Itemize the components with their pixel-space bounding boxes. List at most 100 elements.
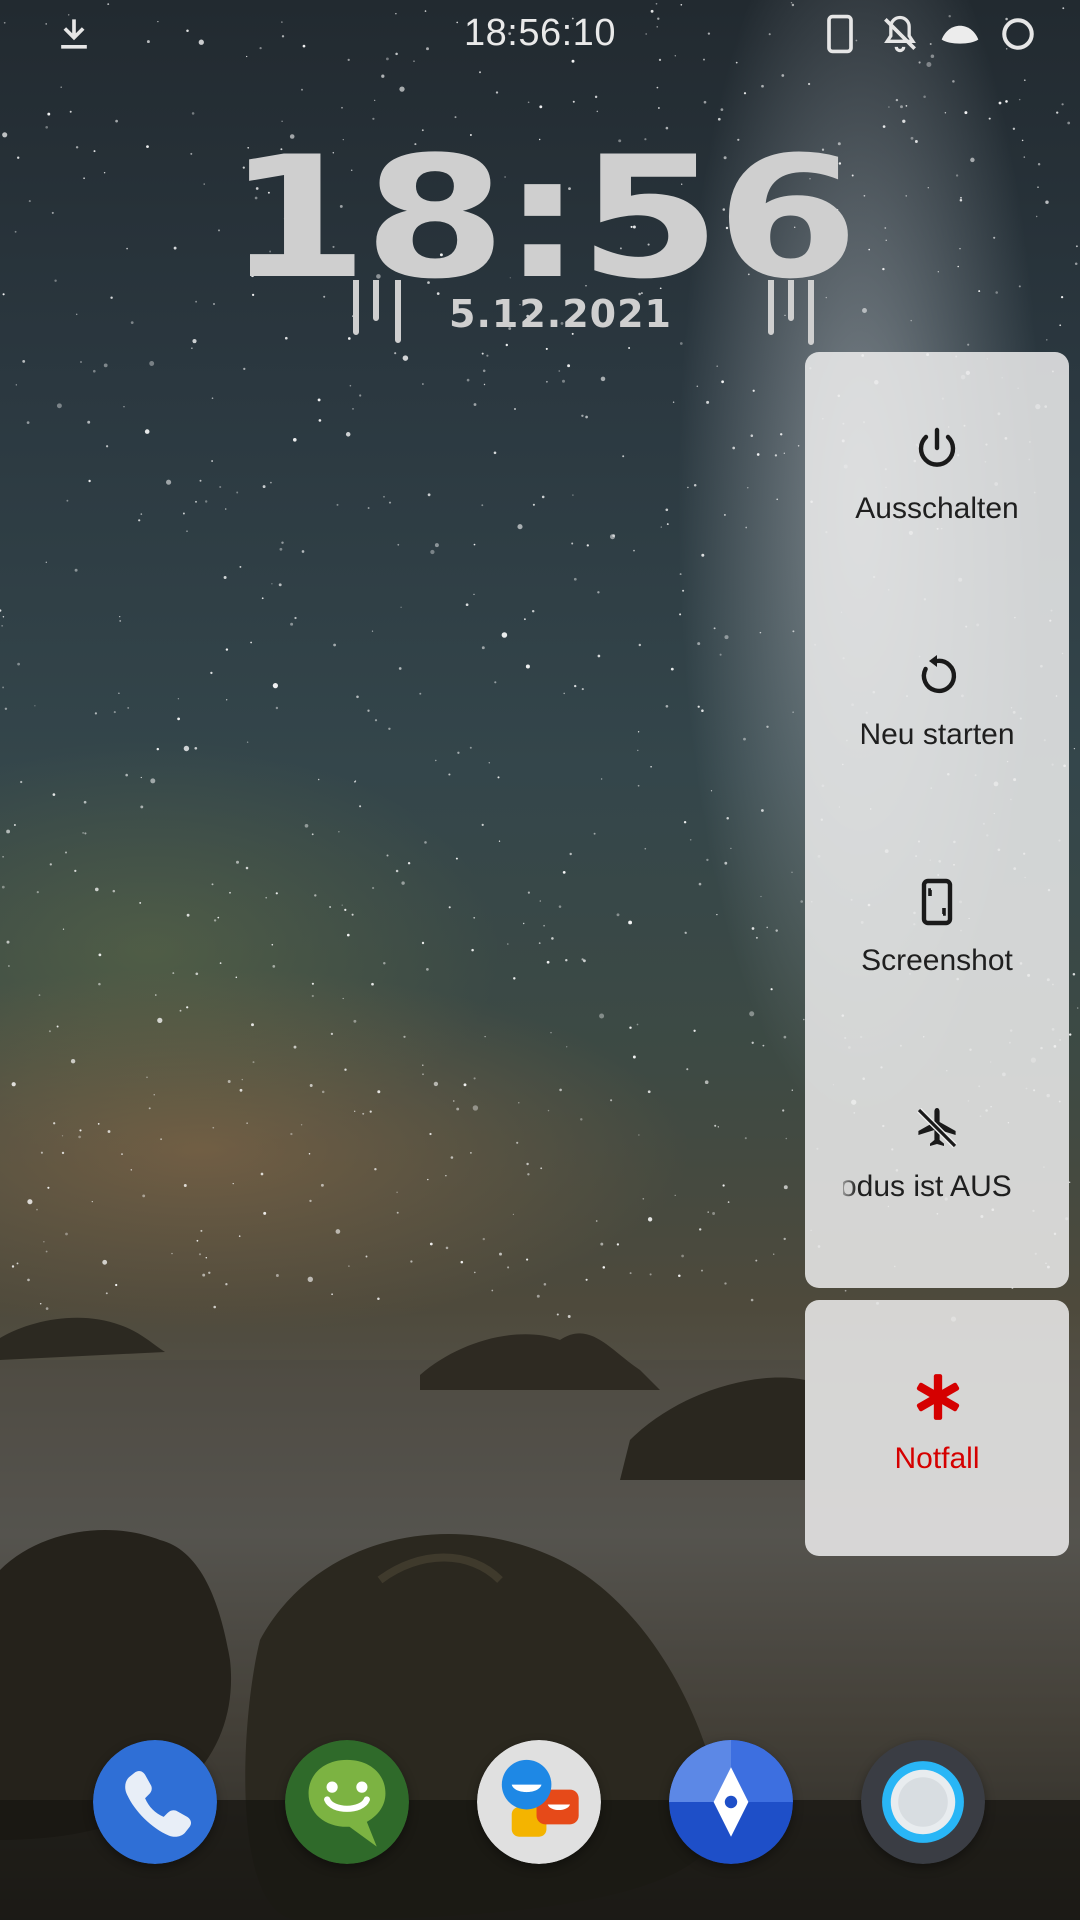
star [1061,103,1064,106]
star [463,1083,467,1087]
star [198,1253,202,1256]
star [407,862,411,865]
star [727,1201,730,1203]
star [195,300,197,303]
star [381,74,385,78]
star [225,648,229,651]
star [223,576,227,579]
star [723,513,726,516]
star [581,958,584,961]
star [140,805,144,809]
screenshot-label: Screenshot [861,944,1013,977]
star [346,933,350,937]
star [785,1137,788,1140]
star [726,817,729,820]
star [783,1237,786,1241]
star [251,1023,254,1027]
star [706,400,710,404]
star [401,881,405,885]
star [628,920,633,925]
restart-button[interactable]: Neu starten [805,578,1069,804]
star [1005,100,1008,103]
star [344,1068,347,1071]
star [348,1265,350,1267]
star [369,1110,372,1113]
star [102,1259,108,1265]
star [36,1208,38,1211]
star [356,695,359,699]
star [483,383,486,386]
star [689,839,692,841]
star [678,1274,681,1277]
star [227,1080,231,1083]
star [642,1198,645,1200]
star [482,1237,485,1241]
star [679,613,682,616]
star [967,343,970,346]
star [83,800,87,804]
star [2,686,5,689]
star [318,419,322,422]
star [445,1246,449,1250]
clock-drip-decoration [768,280,814,345]
star [211,397,214,399]
camera-app-icon[interactable] [861,1740,985,1864]
star [566,1046,568,1048]
screenshot-icon [921,878,953,926]
star [435,759,437,762]
star [252,1061,255,1064]
screenshot-button[interactable]: Screenshot [805,804,1069,1030]
star [75,313,78,316]
star [770,988,773,991]
phone-app-icon[interactable] [93,1740,217,1864]
star [656,86,659,89]
power-off-button[interactable]: Ausschalten [805,352,1069,578]
star [572,494,574,496]
star [320,1183,324,1187]
star [453,1100,455,1102]
star [495,91,499,94]
star [333,643,336,647]
airplane-mode-button[interactable]: modus ist AUS [805,1030,1069,1256]
star [399,86,405,92]
chat-app-icon[interactable] [477,1740,601,1864]
star [456,1107,460,1111]
star [900,105,903,109]
star [902,119,906,123]
star [558,905,562,908]
star [712,1212,716,1215]
star [1,885,5,889]
star [84,832,87,835]
star [882,125,886,128]
star [115,119,118,123]
star [140,776,142,779]
star [569,852,572,856]
star [745,526,748,529]
star [1012,127,1016,130]
star [182,512,185,515]
star [342,997,344,1000]
star [545,380,548,383]
maps-app-icon[interactable] [669,1740,793,1864]
star [573,577,577,581]
star [665,704,669,708]
star [293,1045,297,1049]
star [545,347,548,350]
clock-widget-time[interactable]: 18:56 [0,134,1080,302]
star [506,943,509,945]
star [759,631,762,634]
star [597,654,601,658]
star [683,820,687,824]
star [807,82,811,86]
star [210,671,213,675]
star [317,398,321,402]
emergency-button[interactable]: Notfall [805,1300,1069,1556]
star [707,1211,709,1213]
clock-widget-date[interactable]: 5.12.2021 [428,292,693,336]
star [98,982,101,986]
star [585,415,588,419]
star [200,1229,203,1232]
star [275,706,279,710]
star [633,549,635,552]
messenger-app-icon[interactable] [285,1740,409,1864]
